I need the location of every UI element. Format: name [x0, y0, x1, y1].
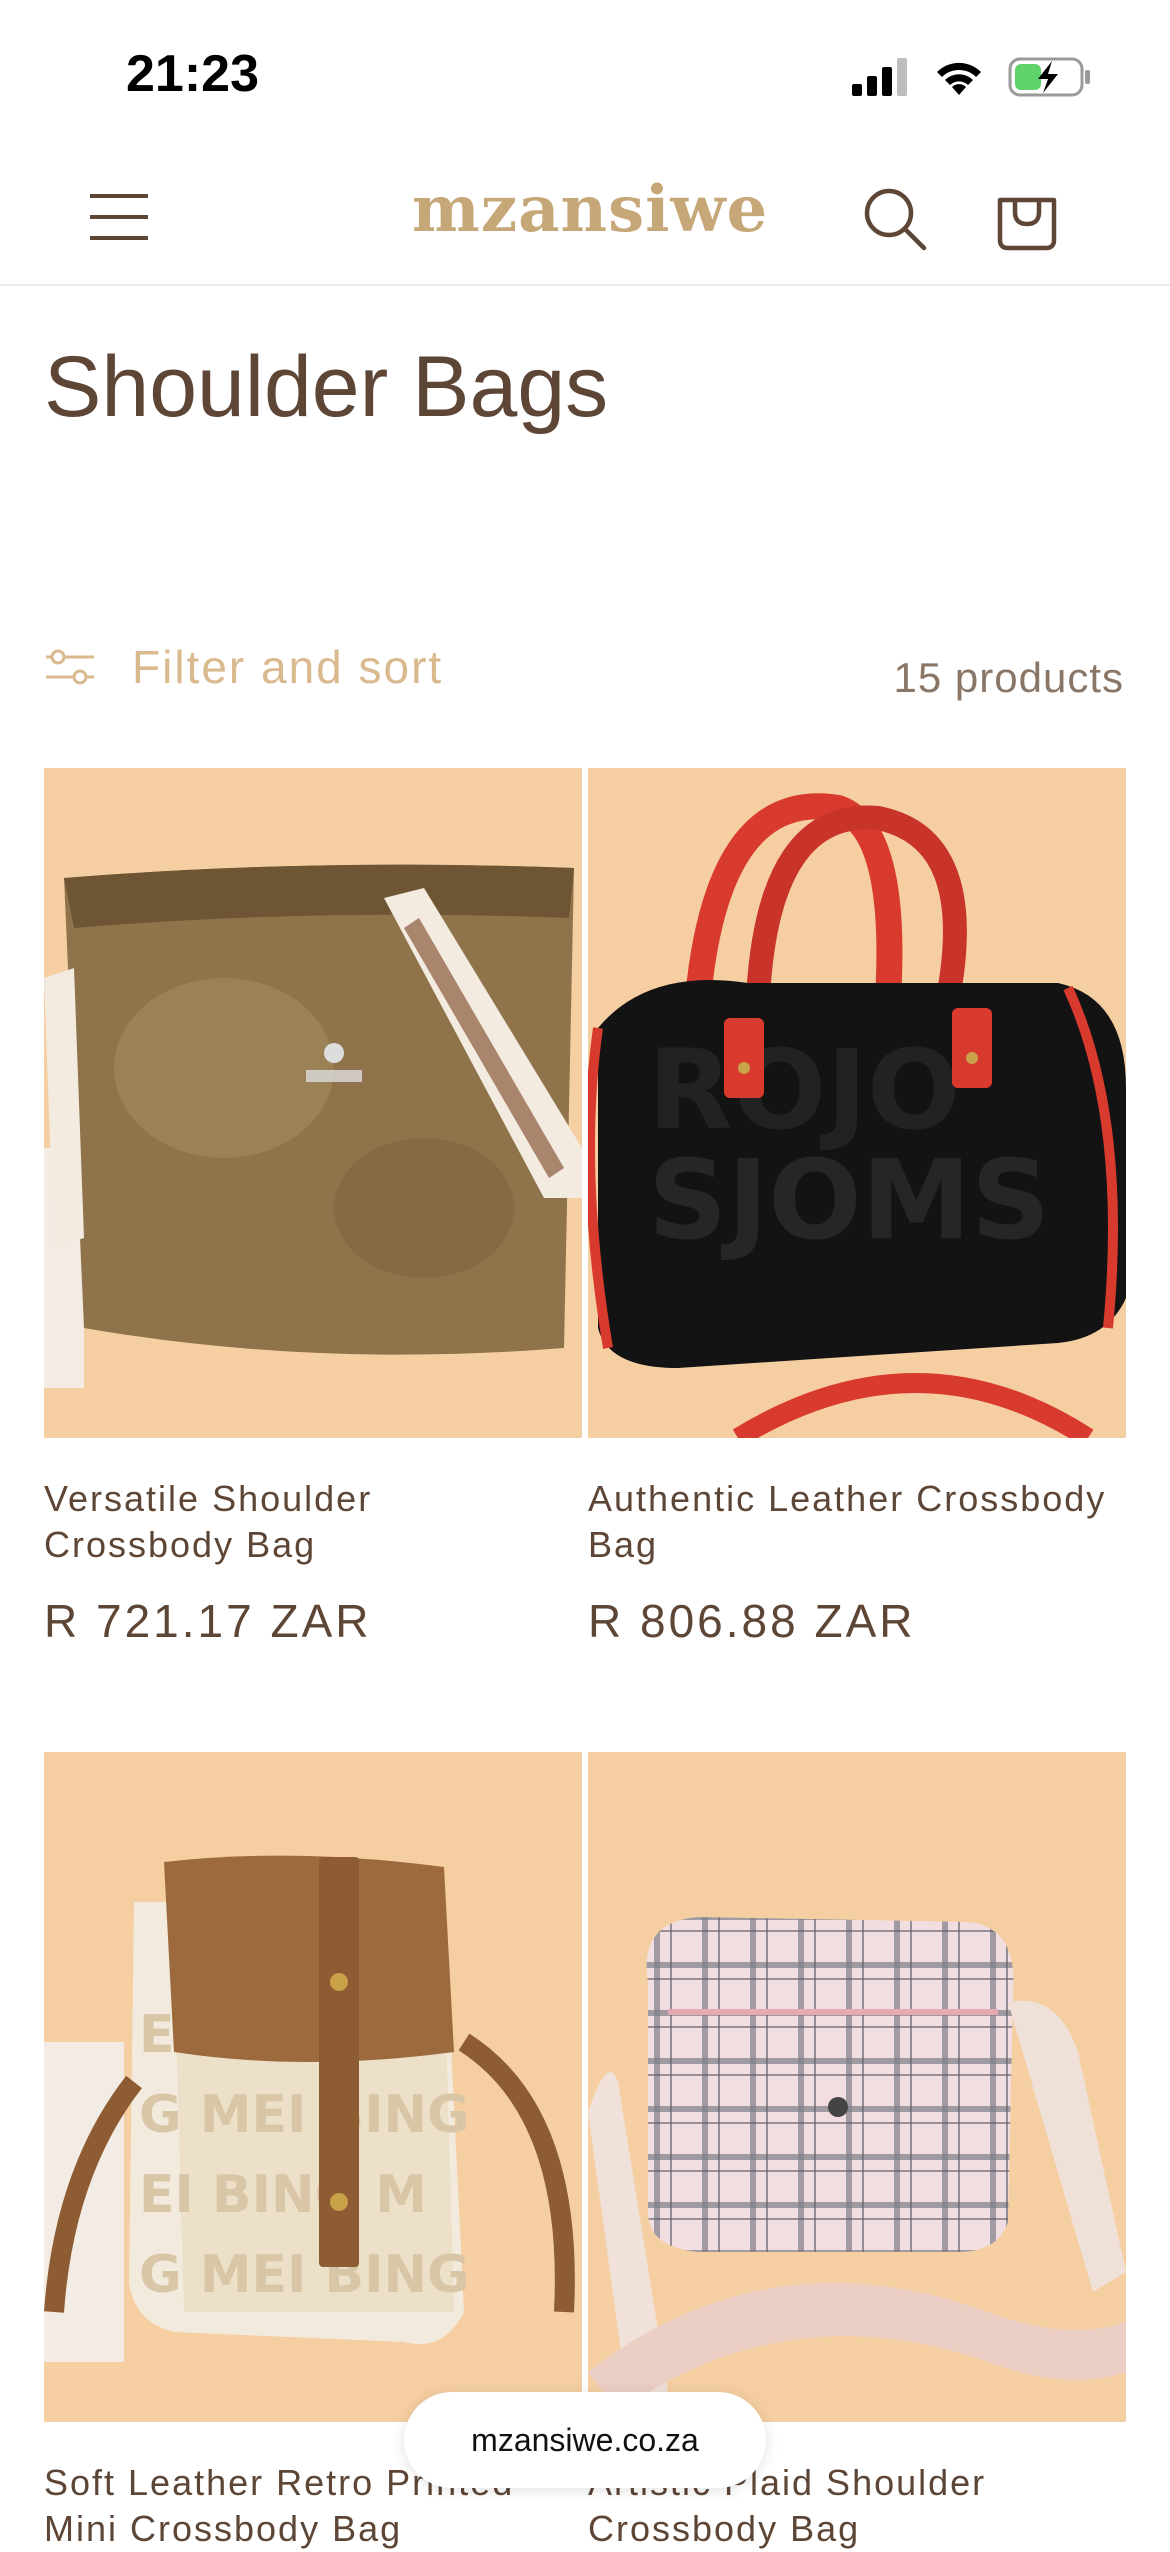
- browser-url-bar[interactable]: mzansiwe.co.za: [404, 2392, 766, 2488]
- filter-label: Filter and sort: [132, 641, 444, 693]
- cart-button[interactable]: [990, 180, 1064, 254]
- menu-button[interactable]: [82, 180, 156, 254]
- product-price: R 721.17 ZAR: [44, 1595, 372, 1647]
- product-image[interactable]: [44, 768, 582, 1438]
- svg-text:G MEI BING: G MEI BING: [139, 2085, 470, 2145]
- signal-icon: [852, 58, 907, 96]
- filter-sliders-icon: [46, 649, 94, 685]
- product-title[interactable]: Versatile Shoulder Crossbody Bag: [44, 1476, 564, 1568]
- brand-logo[interactable]: mzansiwe: [412, 172, 768, 247]
- svg-text:ROJO: ROJO: [648, 1026, 961, 1154]
- product-count: 15 products: [893, 654, 1124, 701]
- svg-text:EI BING M: EI BING M: [139, 2165, 427, 2225]
- product-card[interactable]: EI BING M G MEI BING EI BING M G MEI BIN…: [44, 1752, 582, 2549]
- svg-text:SJOMS: SJOMS: [648, 1136, 1050, 1264]
- battery-charging-icon: [1008, 57, 1090, 97]
- site-header: mzansiwe: [0, 150, 1170, 286]
- filter-and-sort-button[interactable]: Filter and sort: [44, 640, 443, 694]
- filter-row: Filter and sort 15 products: [44, 640, 1124, 720]
- search-icon: [864, 188, 927, 251]
- product-title[interactable]: Authentic Leather Crossbody Bag: [588, 1476, 1108, 1568]
- menu-icon: [90, 194, 148, 240]
- product-image[interactable]: [588, 1752, 1126, 2422]
- product-card[interactable]: Artistic Plaid Shoulder Crossbody Bag: [588, 1752, 1126, 2549]
- status-time: 21:23: [126, 45, 259, 103]
- product-price: R 806.88 ZAR: [588, 1595, 916, 1647]
- product-image[interactable]: EI BING M G MEI BING EI BING M G MEI BIN…: [44, 1752, 582, 2422]
- product-image[interactable]: ROJO SJOMS: [588, 768, 1126, 1438]
- boston-bag-image: ROJO SJOMS: [588, 768, 1126, 1438]
- page-title: Shoulder Bags: [44, 339, 609, 435]
- wifi-icon: [937, 62, 981, 95]
- search-button[interactable]: [858, 182, 932, 256]
- bucket-bag-image: [44, 768, 582, 1438]
- product-card[interactable]: Versatile Shoulder Crossbody Bag R 721.1…: [44, 768, 582, 1647]
- product-card[interactable]: ROJO SJOMS Authentic Leather Crossbody B…: [588, 768, 1126, 1647]
- status-bar: 21:23: [0, 0, 1170, 150]
- phone-crossbody-bag-image: EI BING M G MEI BING EI BING M G MEI BIN…: [44, 1752, 582, 2422]
- status-icons: [852, 52, 1092, 102]
- plaid-bag-image: [588, 1752, 1126, 2422]
- svg-text:G MEI BING: G MEI BING: [139, 2245, 470, 2305]
- cart-icon: [997, 197, 1057, 251]
